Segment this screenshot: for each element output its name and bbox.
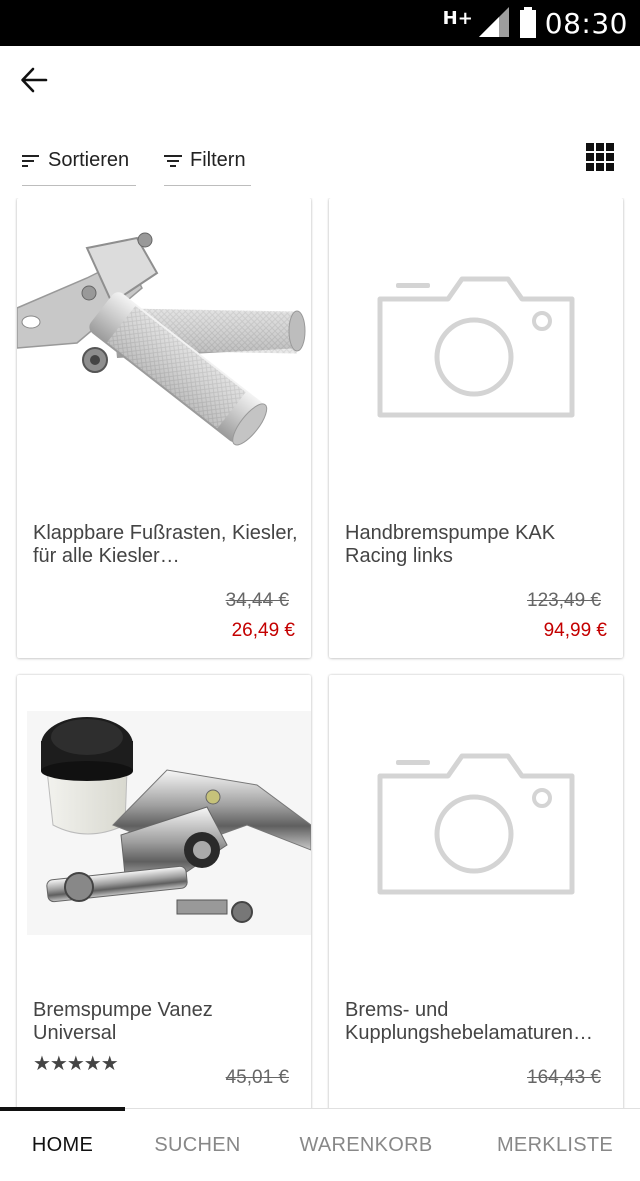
- product-grid: Klappbare Fußrasten, Kiesler, für alle K…: [0, 198, 640, 1108]
- bottom-navigation: HOME SUCHEN WARENKORB MERKLISTE: [0, 1107, 640, 1181]
- product-title: Klappbare Fußrasten, Kiesler, für alle K…: [33, 522, 298, 567]
- product-card[interactable]: Bremspumpe Vanez Universal ★★★★★ 45,01 €: [17, 675, 311, 1108]
- filter-label: Filtern: [190, 149, 246, 171]
- product-card[interactable]: Brems- und Kupplungshebelamaturen… 164,4…: [329, 675, 623, 1108]
- back-button[interactable]: [14, 60, 54, 100]
- status-bar: H+ 08:30: [0, 0, 640, 46]
- brake-pump-photo: [27, 711, 311, 935]
- old-price: 45,01 €: [225, 1067, 289, 1088]
- clock: 08:30: [544, 6, 628, 40]
- grid-view-icon[interactable]: [586, 143, 614, 171]
- app-bar: [0, 46, 640, 116]
- product-image: [17, 675, 311, 975]
- sort-filter-toolbar: Sortieren Filtern: [0, 116, 640, 198]
- product-card[interactable]: Handbremspumpe KAK Racing links 123,49 €…: [329, 198, 623, 658]
- product-title: Brems- und Kupplungshebelamaturen…: [345, 999, 593, 1044]
- old-price: 164,43 €: [527, 1067, 601, 1088]
- old-price: 123,49 €: [527, 590, 601, 611]
- filter-button[interactable]: Filtern: [164, 136, 251, 186]
- product-title: Handbremspumpe KAK Racing links: [345, 522, 556, 567]
- sale-price: 94,99 €: [543, 620, 607, 641]
- nav-home[interactable]: HOME: [0, 1109, 125, 1181]
- nav-wishlist[interactable]: MERKLISTE: [480, 1109, 630, 1181]
- product-image: [17, 198, 311, 498]
- sort-label: Sortieren: [48, 149, 130, 171]
- sort-button[interactable]: Sortieren: [22, 136, 136, 186]
- signal-icon: [478, 7, 509, 37]
- product-title: Bremspumpe Vanez Universal: [33, 999, 213, 1044]
- product-image: [329, 198, 623, 498]
- product-image: [329, 675, 623, 975]
- old-price: 34,44 €: [225, 590, 289, 611]
- nav-search[interactable]: SUCHEN: [135, 1109, 260, 1181]
- arrow-left-icon: [21, 67, 48, 93]
- camera-placeholder-icon: [377, 276, 575, 418]
- camera-placeholder-icon: [377, 753, 575, 895]
- filter-icon: [164, 154, 182, 167]
- product-card[interactable]: Klappbare Fußrasten, Kiesler, für alle K…: [17, 198, 311, 658]
- network-type: H+: [442, 7, 473, 29]
- battery-icon: [519, 7, 536, 38]
- sort-icon: [22, 154, 39, 167]
- nav-cart[interactable]: WARENKORB: [290, 1109, 442, 1181]
- rating-stars: ★★★★★: [33, 1051, 119, 1075]
- footpeg-photo: [17, 232, 306, 446]
- sale-price: 26,49 €: [231, 620, 295, 641]
